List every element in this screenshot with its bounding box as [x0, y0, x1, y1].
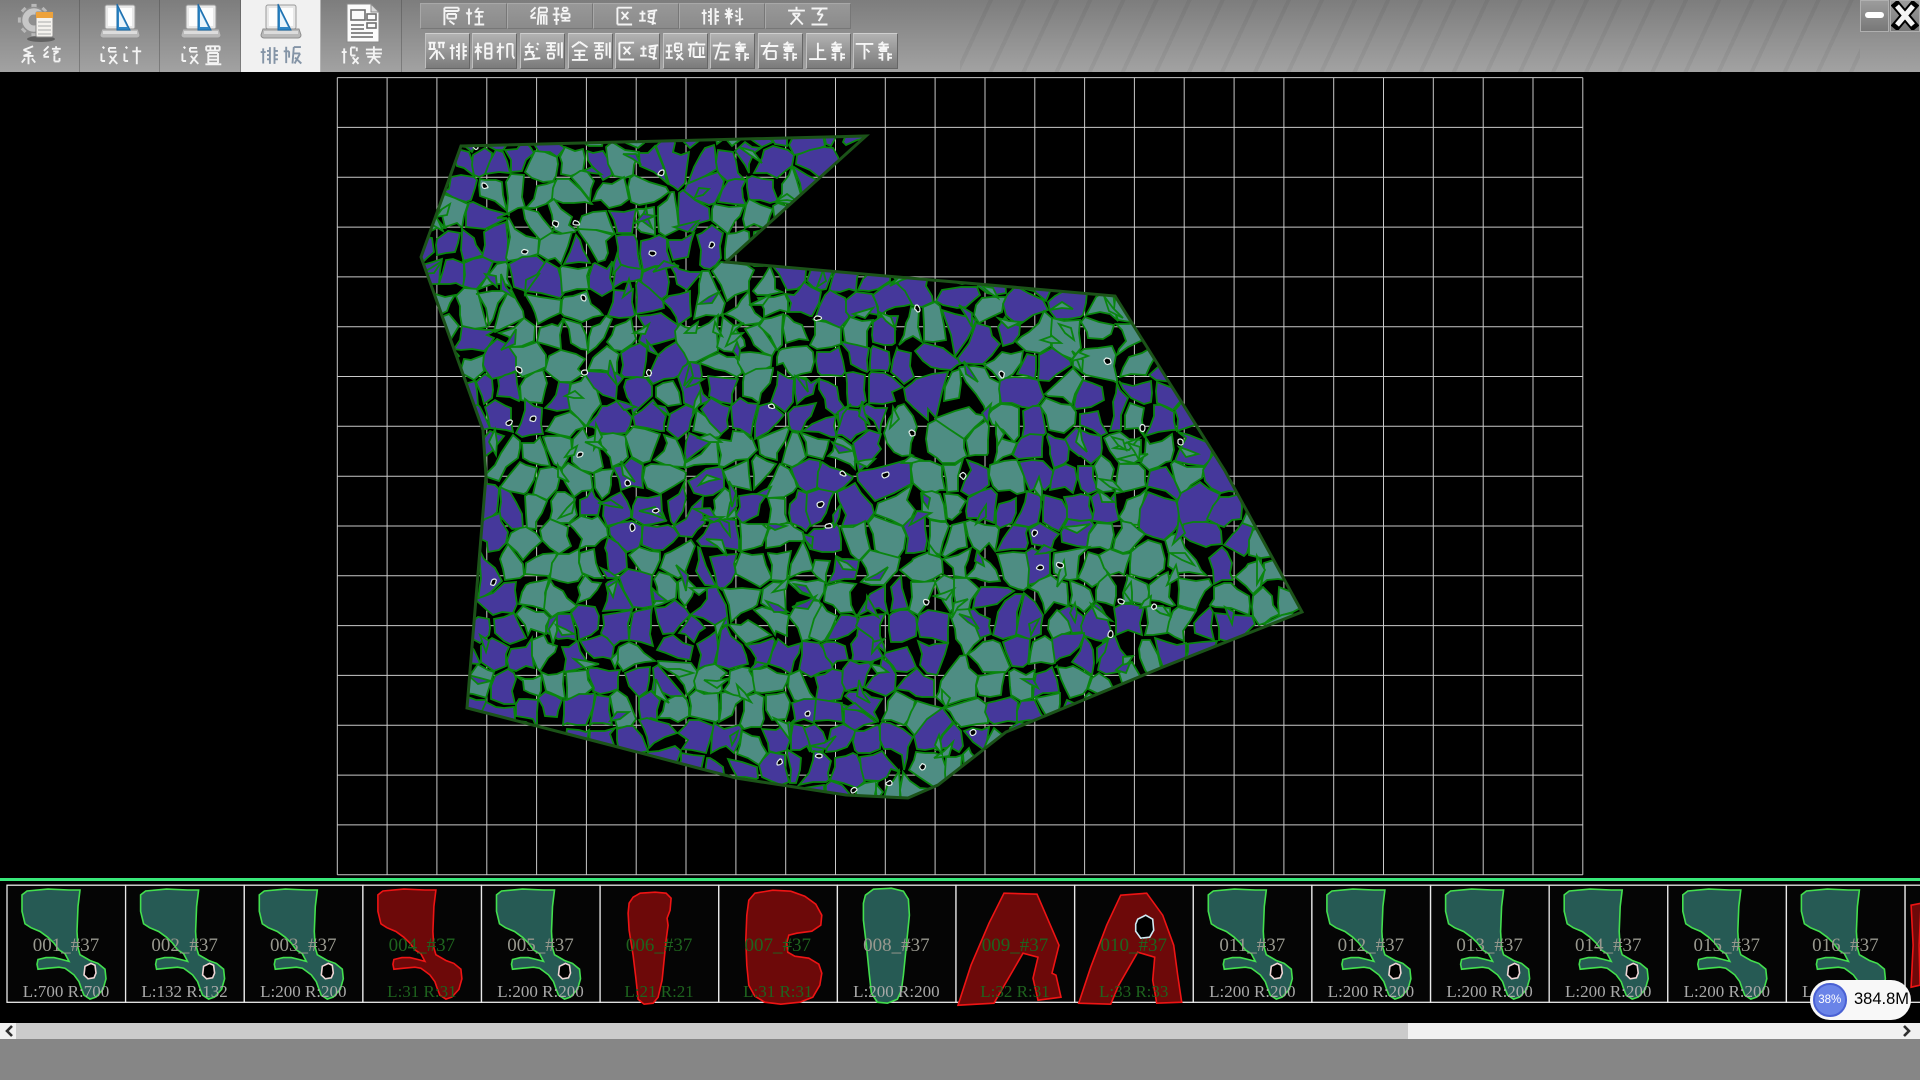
svg-text:012_#37: 012_#37 [1338, 935, 1405, 956]
svg-text:L:200 R:200: L:200 R:200 [1446, 982, 1532, 1001]
svg-text:L:700 R:700: L:700 R:700 [23, 982, 109, 1001]
svg-text:013_#37: 013_#37 [1456, 935, 1523, 956]
svg-text:L:33 R:33: L:33 R:33 [1099, 982, 1168, 1001]
svg-text:008_#37: 008_#37 [863, 935, 930, 956]
svg-text:L:21 R:21: L:21 R:21 [624, 982, 693, 1001]
svg-text:010_#37: 010_#37 [1100, 935, 1167, 956]
svg-text:L:200 R:200: L:200 R:200 [1328, 982, 1414, 1001]
svg-text:002_#37: 002_#37 [151, 935, 218, 956]
svg-text:004_#37: 004_#37 [389, 935, 456, 956]
svg-text:009_#37: 009_#37 [982, 935, 1049, 956]
svg-text:001_#37: 001_#37 [33, 935, 100, 956]
svg-text:016_#37: 016_#37 [1812, 935, 1879, 956]
svg-text:L:200 R:200: L:200 R:200 [1684, 982, 1770, 1001]
svg-text:003_#37: 003_#37 [270, 935, 337, 956]
svg-text:014_#37: 014_#37 [1575, 935, 1642, 956]
svg-text:L:31 R:31: L:31 R:31 [743, 982, 812, 1001]
svg-text:L:200 R:200: L:200 R:200 [1209, 982, 1295, 1001]
svg-text:L:200 R:200: L:200 R:200 [1565, 982, 1651, 1001]
svg-text:L:200 R:200: L:200 R:200 [853, 982, 939, 1001]
svg-text:007_#37: 007_#37 [745, 935, 812, 956]
svg-text:L:200 R:200: L:200 R:200 [497, 982, 583, 1001]
svg-text:011_#37: 011_#37 [1219, 935, 1285, 956]
svg-text:L:31 R:31: L:31 R:31 [387, 982, 456, 1001]
svg-text:L:200 R:200: L:200 R:200 [260, 982, 346, 1001]
svg-text:015_#37: 015_#37 [1694, 935, 1761, 956]
svg-text:L:132 R:132: L:132 R:132 [141, 982, 227, 1001]
svg-text:L:32 R:31: L:32 R:31 [980, 982, 1049, 1001]
svg-text:005_#37: 005_#37 [507, 935, 574, 956]
svg-text:006_#37: 006_#37 [626, 935, 693, 956]
